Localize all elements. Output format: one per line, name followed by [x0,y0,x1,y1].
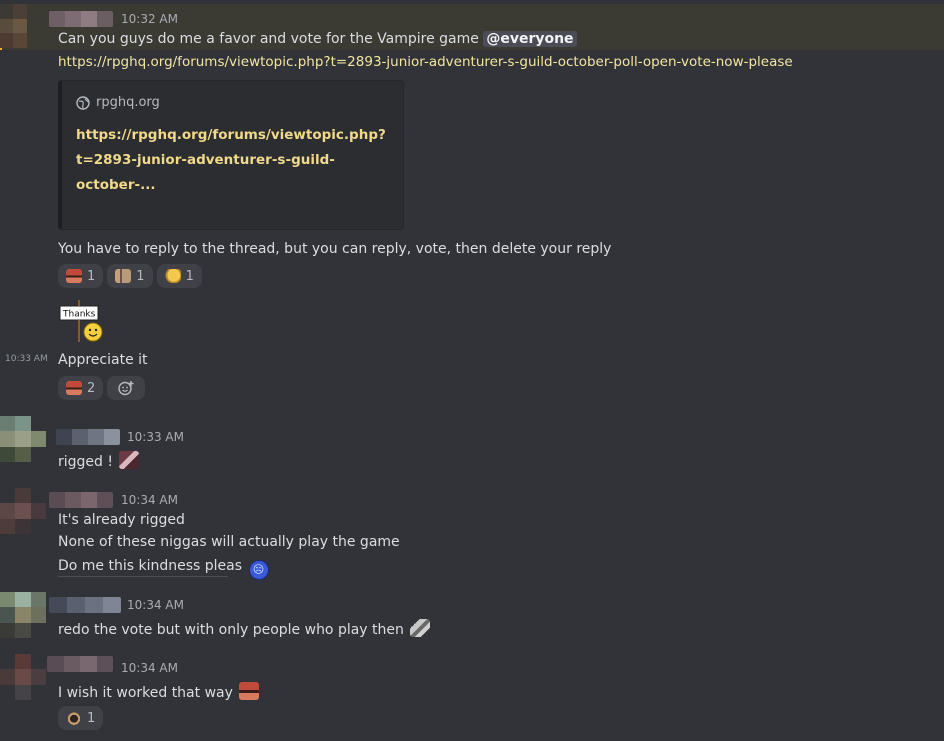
username-blurred[interactable] [49,492,113,508]
reaction-bar: 1 1 1 [58,264,202,288]
username-blurred[interactable] [56,429,120,445]
embed-title-line: https://rpghq.org/forums/viewtopic.php? [76,127,386,143]
message-body: rigged ! [58,454,113,470]
message-timestamp: 10:34 AM [121,661,178,675]
message-body: Can you guys do me a favor and vote for … [58,31,479,47]
embed-title-link[interactable]: https://rpghq.org/forums/viewtopic.php? … [76,123,403,198]
reaction[interactable]: 1 [107,264,153,288]
embed-title-line: t=2893-junior-adventurer-s-guild-october… [76,152,335,193]
message-text: It's already rigged [58,512,185,528]
custom-emoji-icon[interactable] [119,451,140,469]
message-text: You have to reply to the thread, but you… [58,241,612,257]
reaction-bar: 1 [58,706,104,730]
username-blurred[interactable] [49,11,113,27]
message-timestamp: 10:33 AM [5,354,48,364]
reaction-count: 1 [136,268,145,284]
message-link[interactable]: https://rpghq.org/forums/viewtopic.php?t… [58,54,793,70]
reaction-bar: 2 [58,376,146,400]
username-blurred[interactable] [49,597,121,613]
message-text: I wish it worked that way [58,682,260,701]
reaction[interactable]: 1 [58,264,104,288]
mad-face-icon[interactable] [239,682,260,700]
message-timestamp: 10:34 AM [127,598,184,612]
embed-site-name: rpghq.org [96,95,160,110]
thumbs-icon [164,269,181,283]
message-text: Can you guys do me a favor and vote for … [58,31,577,47]
message-timestamp: 10:33 AM [127,430,184,444]
message-text: Appreciate it [58,352,148,368]
link-embed: rpghq.org https://rpghq.org/forums/viewt… [58,80,404,230]
pointing-icon [115,269,132,283]
add-reaction-icon [118,381,134,396]
username-blurred[interactable] [47,656,113,672]
reaction[interactable]: 2 [58,376,104,400]
avatar[interactable] [0,4,40,48]
message-text: redo the vote but with only people who p… [58,619,431,638]
message-text: rigged ! [58,451,140,470]
sticker-text: Thanks [62,310,96,320]
message-timestamp: 10:32 AM [121,12,178,26]
reaction[interactable]: 1 [58,706,104,730]
message-body: redo the vote but with only people who p… [58,622,404,638]
avatar[interactable] [0,416,46,462]
avatar[interactable] [0,592,46,638]
custom-emoji-icon[interactable] [410,619,431,637]
divider [58,576,228,577]
reaction-count: 1 [185,268,194,284]
message-body: Do me this kindness pleas [58,558,243,574]
everyone-mention[interactable]: @everyone [483,31,577,47]
message-timestamp: 10:34 AM [121,493,178,507]
globe-icon [76,95,90,110]
add-reaction-button[interactable] [107,376,146,400]
embed-site: rpghq.org [76,95,160,110]
avatar[interactable] [0,488,46,534]
mad-face-icon [66,381,82,395]
thanks-sticker-icon[interactable]: Thanks [58,300,110,344]
message-body: I wish it worked that way [58,685,233,701]
reaction[interactable]: 1 [156,264,202,288]
reaction-count: 2 [87,380,96,396]
cat-icon [66,711,82,725]
avatar[interactable] [0,654,46,700]
mad-face-icon [66,269,82,283]
message-text: None of these niggas will actually play … [58,534,400,550]
frowning-face-icon[interactable]: ☹ [248,559,269,580]
reaction-count: 1 [87,710,96,726]
reaction-count: 1 [87,268,96,284]
